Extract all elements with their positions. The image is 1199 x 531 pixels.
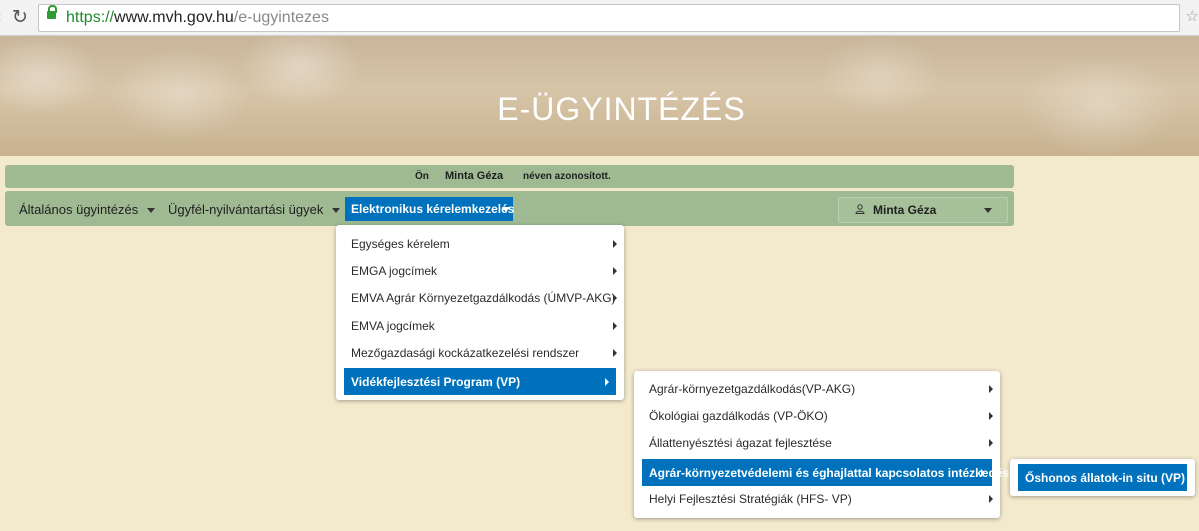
back-arrow-icon[interactable]: ‹ [0,8,1,26]
url-text: https://www.mvh.gov.hu/e-ugyintezes [66,9,329,26]
lock-icon [47,5,57,19]
chevron-right-icon [613,349,617,357]
chevron-right-icon [613,240,617,248]
browser-toolbar: ‹ ↻ https://www.mvh.gov.hu/e-ugyintezes … [0,0,1199,36]
caret-down-icon [332,208,341,214]
menu-item-label: EMVA Agrár Környezetgazdálkodás (ÚMVP-AK… [351,291,616,305]
user-menu[interactable]: Minta Géza [838,197,1008,223]
dropdown-electronic-applications: Egységes kérelem EMGA jogcímek EMVA Agrá… [336,225,624,400]
menu-item-livestock[interactable]: Állattenyésztési ágazat fejlesztése [634,429,1000,456]
identification-strip: Ön Minta Géza néven azonosított. [5,165,1014,188]
menu-item-risk-management[interactable]: Mezőgazdasági kockázatkezelési rendszer [336,339,624,366]
menu-item-label: Őshonos állatok-in situ (VP) [1025,471,1186,485]
user-menu-name: Minta Géza [873,203,937,217]
reload-icon[interactable]: ↻ [12,6,28,28]
chevron-right-icon [989,412,993,420]
chevron-right-icon [981,469,985,477]
menu-item-label: EMVA jogcímek [351,319,435,333]
menu-electronic-applications-label: Elektronikus kérelemkezelés [351,202,515,216]
menu-item-emga[interactable]: EMGA jogcímek [336,257,624,284]
menu-item-hfs-vp[interactable]: Helyi Fejlesztési Stratégiák (HFS- VP) [634,485,1000,512]
menu-item-rural-development[interactable]: Vidékfejlesztési Program (VP) [344,368,616,395]
menu-item-label: EMGA jogcímek [351,264,438,278]
menu-client-registry[interactable]: Ügyfél-nyilvántartási ügyek [168,202,341,217]
menu-item-label: Mezőgazdasági kockázatkezelési rendszer [351,346,580,360]
address-bar[interactable]: https://www.mvh.gov.hu/e-ugyintezes [38,4,1180,32]
page-title: E-ÜGYINTÉZÉS [497,91,746,127]
menu-electronic-applications[interactable]: Elektronikus kérelemkezelés [345,197,515,221]
chevron-right-icon [989,385,993,393]
dropdown-agri-env-climate: Őshonos állatok-in situ (VP) [1010,459,1195,496]
chevron-right-icon [613,294,617,302]
menu-item-unified-application[interactable]: Egységes kérelem [336,230,624,257]
menu-general-affairs[interactable]: Általános ügyintézés [19,202,156,217]
main-menu-bar: Általános ügyintézés Ügyfél-nyilvántartá… [5,191,1014,226]
menu-item-vp-akg[interactable]: Agrár-környezetgazdálkodás(VP-AKG) [634,375,1000,402]
chevron-right-icon [989,495,993,503]
menu-item-label: Állattenyésztési ágazat fejlesztése [649,436,832,450]
menu-item-label: Ökológiai gazdálkodás (VP-ÖKO) [649,409,828,423]
menu-client-registry-label: Ügyfél-nyilvántartási ügyek [168,202,324,217]
menu-general-affairs-label: Általános ügyintézés [19,202,139,217]
header-banner: E-ÜGYINTÉZÉS [0,36,1199,156]
menu-item-label: Helyi Fejlesztési Stratégiák (HFS- VP) [649,492,852,506]
menu-item-vp-oko[interactable]: Ökológiai gazdálkodás (VP-ÖKO) [634,402,1000,429]
menu-item-emva[interactable]: EMVA jogcímek [336,312,624,339]
caret-down-icon [502,207,510,212]
ident-user-name: Minta Géza [445,170,504,182]
chevron-right-icon [613,322,617,330]
menu-item-agri-env-climate[interactable]: Agrár-környezetvédelemi és éghajlattal k… [642,459,1023,486]
chevron-right-icon [605,378,609,386]
bookmark-star-icon[interactable]: ☆ [1186,7,1199,25]
dropdown-rural-development: Agrár-környezetgazdálkodás(VP-AKG) Ökoló… [634,371,1023,518]
menu-item-label: Agrár-környezetvédelemi és éghajlattal k… [649,466,1023,480]
ident-prefix: Ön [415,171,429,182]
caret-down-icon [147,208,156,214]
menu-item-label: Agrár-környezetgazdálkodás(VP-AKG) [649,382,856,396]
menu-item-emva-akg[interactable]: EMVA Agrár Környezetgazdálkodás (ÚMVP-AK… [336,284,624,311]
menu-item-label: Vidékfejlesztési Program (VP) [351,375,521,389]
caret-down-icon [984,208,992,213]
chevron-right-icon [613,267,617,275]
ident-suffix: néven azonosított. [523,171,611,182]
menu-item-native-animals-in-situ[interactable]: Őshonos állatok-in situ (VP) [1018,464,1187,491]
chevron-right-icon [989,439,993,447]
user-icon [855,204,865,214]
menu-item-label: Egységes kérelem [351,237,450,251]
